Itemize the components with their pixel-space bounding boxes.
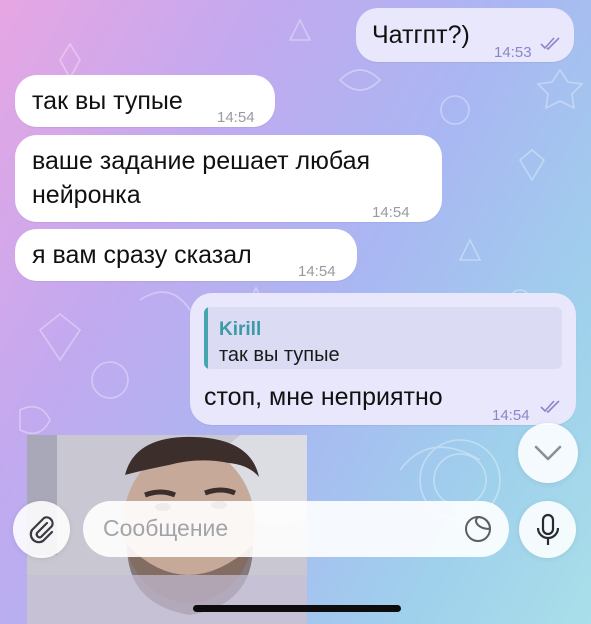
scroll-down-button[interactable]: [518, 423, 578, 483]
message-outgoing-chatgpt[interactable]: Чатгпт?) 14:53: [356, 8, 574, 62]
paperclip-icon: [29, 515, 54, 543]
message-text: так вы тупые: [32, 87, 183, 115]
attach-button[interactable]: [13, 501, 70, 558]
chevron-down-icon: [534, 445, 562, 461]
message-incoming[interactable]: я вам сразу сказал 14:54: [15, 229, 357, 281]
message-text-line-1: ваше задание решает любая: [32, 147, 371, 175]
message-input-placeholder: Сообщение: [103, 515, 229, 541]
message-time: 14:53: [494, 44, 532, 61]
reply-quote: так вы тупые: [219, 344, 340, 366]
message-incoming-multiline[interactable]: ваше задание решает любая нейронка 14:54: [15, 135, 442, 222]
message-time: 14:54: [492, 407, 530, 424]
message-text: стоп, мне неприятно: [204, 383, 443, 411]
message-text: Чатгпт?): [372, 21, 470, 49]
message-time: 14:54: [217, 109, 255, 126]
reply-preview[interactable]: Kirill так вы тупые: [204, 307, 562, 369]
message-incoming[interactable]: так вы тупые 14:54: [15, 75, 275, 127]
read-checks-icon: [540, 400, 560, 414]
voice-message-button[interactable]: [519, 501, 576, 558]
microphone-icon: [536, 513, 559, 545]
message-outgoing-reply[interactable]: Kirill так вы тупые стоп, мне неприятно …: [190, 293, 576, 425]
message-input[interactable]: Сообщение: [83, 501, 509, 557]
message-text-line-2: нейронка: [32, 181, 141, 209]
message-time: 14:54: [298, 263, 336, 280]
home-indicator[interactable]: [193, 605, 401, 612]
message-time: 14:54: [372, 204, 410, 221]
read-checks-icon: [540, 37, 560, 51]
reply-accent-bar: [204, 307, 208, 369]
message-text: я вам сразу сказал: [32, 241, 252, 269]
sticker-icon[interactable]: [463, 514, 493, 544]
